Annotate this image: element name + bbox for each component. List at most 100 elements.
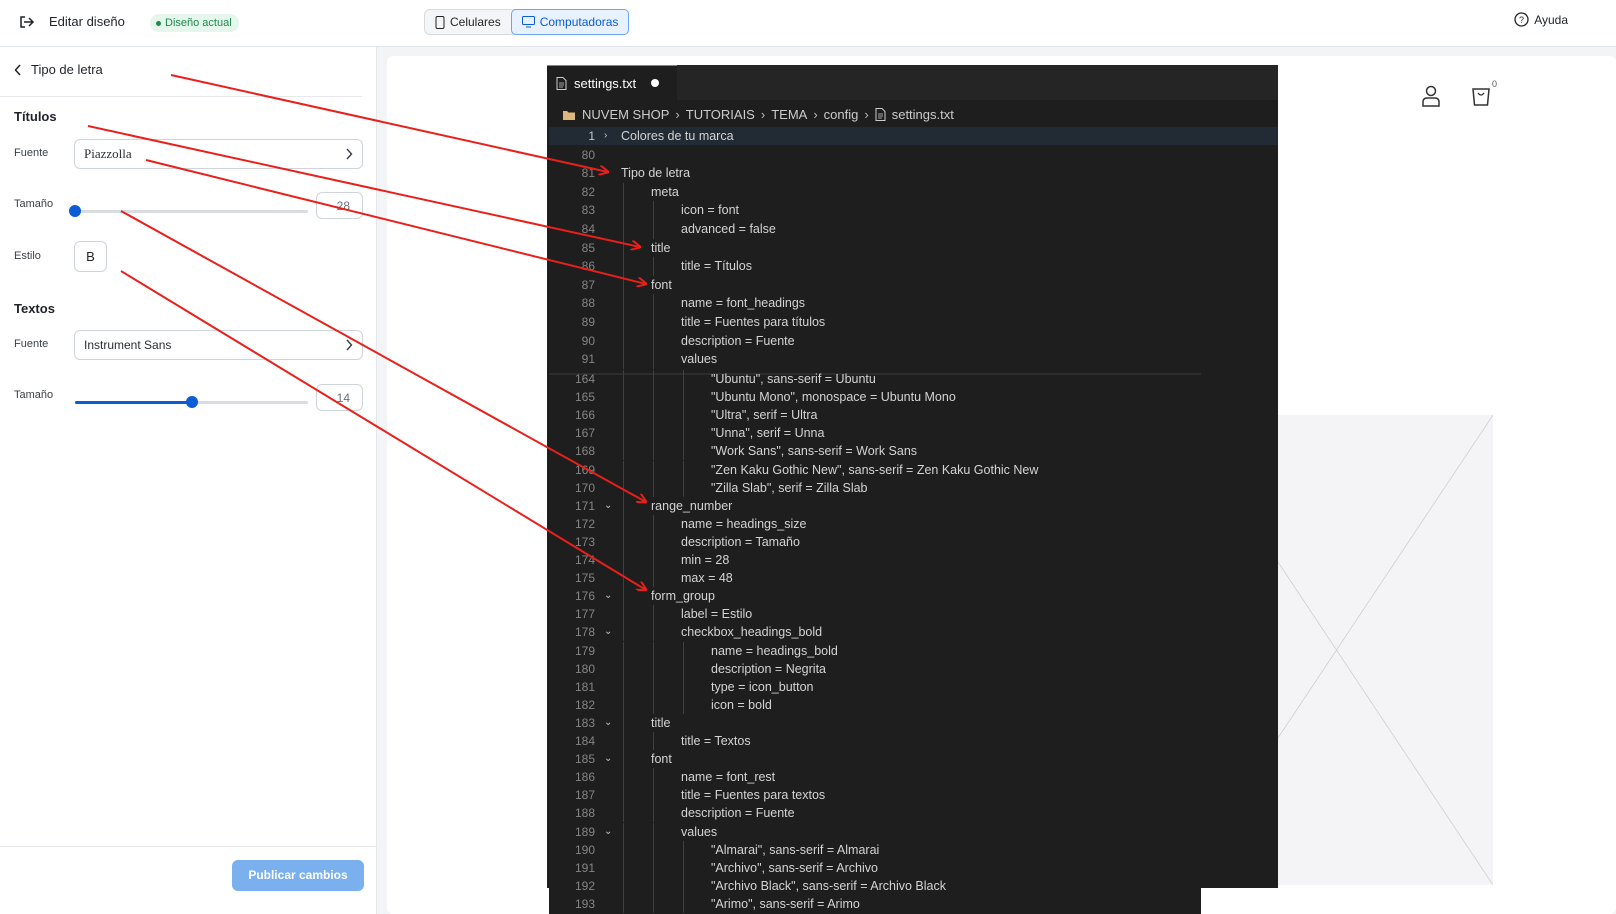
user-icon[interactable] bbox=[1421, 85, 1441, 107]
code-line[interactable]: description = Fuente bbox=[681, 804, 795, 822]
code-line[interactable]: "Ubuntu", sans-serif = Ubuntu bbox=[711, 370, 876, 388]
indent-guide bbox=[623, 840, 624, 859]
code-line[interactable]: "Archivo Black", sans-serif = Archivo Bl… bbox=[711, 877, 946, 895]
monitor-icon bbox=[521, 16, 535, 28]
line-number: 87 bbox=[581, 277, 595, 292]
code-line[interactable]: "Almarai", sans-serif = Almarai bbox=[711, 841, 879, 859]
fold-open-chevron-icon[interactable]: ⌄ bbox=[604, 826, 612, 837]
slider-handle[interactable] bbox=[69, 205, 81, 217]
titulos-heading: Títulos bbox=[14, 109, 57, 124]
code-line[interactable]: checkbox_headings_bold bbox=[681, 623, 822, 641]
help-button[interactable]: ? Ayuda bbox=[1514, 12, 1568, 27]
code-line[interactable]: "Zilla Slab", serif = Zilla Slab bbox=[711, 479, 868, 497]
code-line[interactable]: description = Fuente bbox=[681, 332, 795, 350]
code-line[interactable]: icon = font bbox=[681, 201, 739, 219]
textos-size-input[interactable]: 14 bbox=[316, 384, 363, 411]
indent-guide bbox=[623, 460, 624, 479]
code-line[interactable]: advanced = false bbox=[681, 220, 776, 238]
code-line[interactable]: values bbox=[681, 823, 717, 841]
line-number: 192 bbox=[574, 878, 595, 893]
folder-icon bbox=[563, 110, 575, 120]
indent-guide bbox=[653, 294, 654, 313]
code-line[interactable]: name = headings_bold bbox=[711, 642, 838, 660]
code-line[interactable]: title = Fuentes para títulos bbox=[681, 313, 825, 331]
slider-handle[interactable] bbox=[185, 396, 198, 408]
titulos-size-input[interactable]: 28 bbox=[316, 192, 363, 219]
code-line[interactable]: meta bbox=[651, 183, 679, 201]
breadcrumb-item[interactable]: settings.txt bbox=[892, 107, 954, 122]
back-button[interactable]: Tipo de letra bbox=[14, 62, 103, 77]
line-number: 169 bbox=[574, 462, 595, 477]
code-line[interactable]: font bbox=[651, 276, 672, 294]
titulos-estilo-label: Estilo bbox=[14, 250, 41, 262]
code-line[interactable]: title = Textos bbox=[681, 732, 751, 750]
code-line[interactable]: description = Negrita bbox=[711, 660, 826, 678]
breadcrumb-item[interactable]: TEMA bbox=[771, 107, 807, 122]
titulos-size-slider[interactable] bbox=[69, 205, 308, 217]
editor-tab[interactable]: settings.txt bbox=[547, 65, 677, 100]
code-line[interactable]: Colores de tu marca bbox=[621, 127, 734, 145]
code-line[interactable]: min = 28 bbox=[681, 551, 729, 569]
code-line[interactable]: "Ubuntu Mono", monospace = Ubuntu Mono bbox=[711, 388, 956, 406]
cart-icon[interactable] bbox=[1471, 85, 1491, 107]
fold-open-chevron-icon[interactable]: ⌄ bbox=[604, 717, 612, 728]
indent-guide bbox=[623, 496, 624, 515]
breadcrumb-item[interactable]: TUTORIAIS bbox=[686, 107, 755, 122]
code-line[interactable]: icon = bold bbox=[711, 696, 772, 714]
fold-open-chevron-icon[interactable]: ⌄ bbox=[604, 626, 612, 637]
indent-guide bbox=[683, 840, 684, 859]
code-line[interactable]: title = Fuentes para textos bbox=[681, 786, 825, 804]
fold-open-chevron-icon[interactable]: ⌄ bbox=[604, 590, 612, 601]
indent-guide bbox=[653, 460, 654, 479]
code-line[interactable]: name = font_headings bbox=[681, 294, 805, 312]
code-line[interactable]: form_group bbox=[651, 587, 715, 605]
code-line[interactable]: font bbox=[651, 750, 672, 768]
code-line[interactable]: title = Títulos bbox=[681, 257, 752, 275]
breadcrumb-item[interactable]: config bbox=[824, 107, 859, 122]
breadcrumb-item[interactable]: NUVEM SHOP bbox=[582, 107, 669, 122]
indent-guide bbox=[653, 677, 654, 696]
indent-guide bbox=[683, 406, 684, 425]
indent-guide bbox=[653, 514, 654, 533]
breadcrumb-chevron-icon: › bbox=[813, 107, 818, 122]
indent-guide bbox=[683, 677, 684, 696]
fold-open-chevron-icon[interactable]: ⌄ bbox=[604, 753, 612, 764]
titulos-font-select[interactable]: Piazzolla bbox=[74, 139, 363, 169]
code-line[interactable]: "Zen Kaku Gothic New", sans-serif = Zen … bbox=[711, 461, 1038, 479]
line-number: 172 bbox=[574, 516, 595, 531]
code-line[interactable]: values bbox=[681, 350, 717, 368]
code-line[interactable]: "Ultra", serif = Ultra bbox=[711, 406, 817, 424]
line-number: 167 bbox=[574, 426, 595, 441]
line-number: 190 bbox=[574, 842, 595, 857]
code-line[interactable]: "Arimo", sans-serif = Arimo bbox=[711, 895, 860, 913]
code-line[interactable]: max = 48 bbox=[681, 569, 733, 587]
code-line[interactable]: Tipo de letra bbox=[621, 164, 690, 182]
indent-guide bbox=[623, 424, 624, 443]
editor-breadcrumb: NUVEM SHOP › TUTORIAIS › TEMA › config ›… bbox=[562, 107, 954, 122]
desktop-device-button[interactable]: Computadoras bbox=[510, 9, 630, 35]
line-number: 193 bbox=[574, 896, 595, 911]
code-line[interactable]: title bbox=[651, 714, 670, 732]
code-line[interactable]: title bbox=[651, 239, 670, 257]
fold-open-chevron-icon[interactable]: ⌄ bbox=[604, 500, 612, 511]
exit-icon[interactable] bbox=[16, 12, 36, 32]
code-line[interactable]: type = icon_button bbox=[711, 678, 814, 696]
publish-button[interactable]: Publicar cambios bbox=[232, 860, 364, 891]
fold-closed-chevron-icon[interactable]: › bbox=[604, 130, 607, 141]
code-line[interactable]: label = Estilo bbox=[681, 605, 752, 623]
code-line[interactable]: range_number bbox=[651, 497, 732, 515]
line-number: 186 bbox=[574, 770, 595, 785]
code-line[interactable]: "Archivo", sans-serif = Archivo bbox=[711, 859, 878, 877]
mobile-device-button[interactable]: Celulares bbox=[425, 10, 511, 34]
code-line[interactable]: description = Tamaño bbox=[681, 533, 800, 551]
code-line[interactable]: "Unna", serif = Unna bbox=[711, 424, 824, 442]
code-line[interactable]: name = font_rest bbox=[681, 768, 775, 786]
textos-font-select[interactable]: Instrument Sans bbox=[74, 330, 363, 360]
code-line[interactable]: name = headings_size bbox=[681, 515, 806, 533]
indent-guide bbox=[623, 388, 624, 407]
textos-size-slider[interactable] bbox=[75, 396, 308, 408]
code-line[interactable]: "Work Sans", sans-serif = Work Sans bbox=[711, 442, 917, 460]
bold-toggle-button[interactable]: B bbox=[74, 241, 107, 272]
line-number: 88 bbox=[581, 296, 595, 311]
indent-guide bbox=[683, 370, 684, 389]
